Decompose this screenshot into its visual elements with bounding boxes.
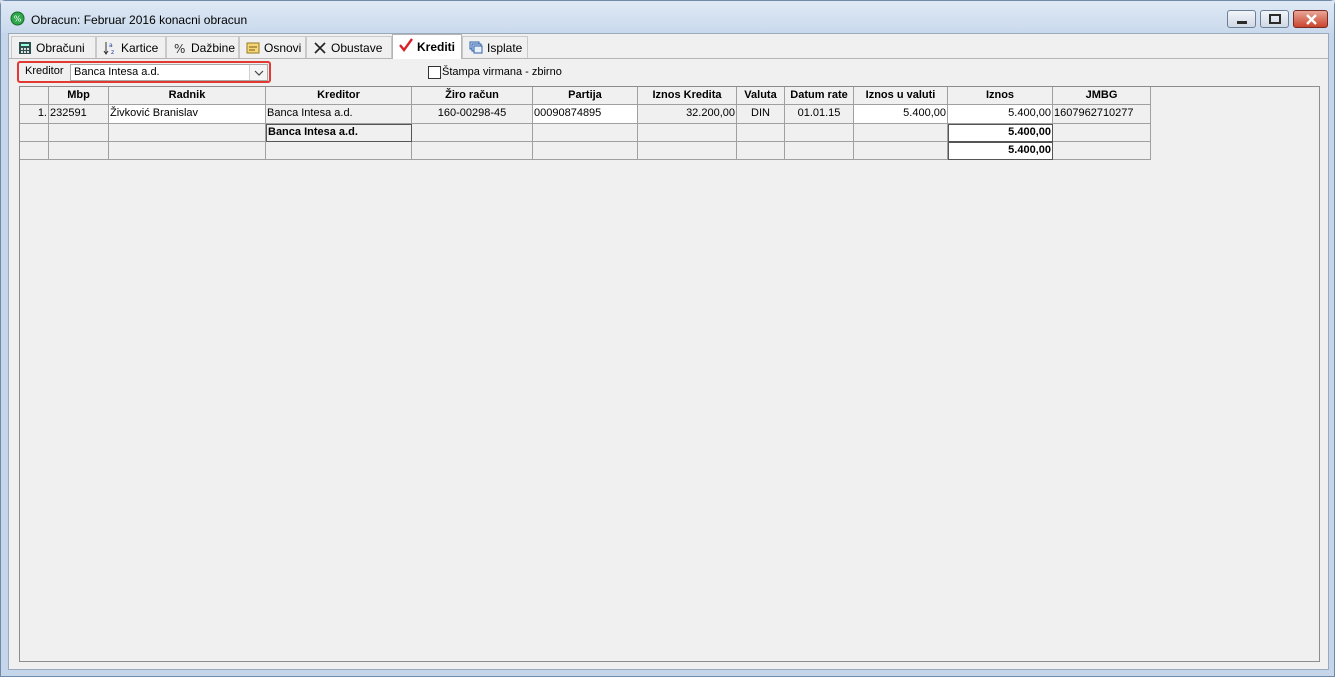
column-header-jmbg[interactable]: JMBG [1053, 87, 1151, 105]
restore-icon [1269, 14, 1281, 24]
column-header-iznos-u-valuti[interactable]: Iznos u valuti [854, 87, 948, 105]
minimize-icon [1237, 21, 1247, 24]
cell-valuta[interactable]: DIN [737, 105, 785, 124]
stack-icon [469, 41, 483, 54]
maximize-button[interactable] [1260, 10, 1289, 28]
subtotal-index [20, 124, 49, 142]
svg-text:z: z [111, 49, 114, 55]
total-jmbg [1053, 142, 1151, 160]
total-mbp [49, 142, 109, 160]
subtotal-radnik [109, 124, 266, 142]
subtotal-kreditor: Banca Intesa a.d. [266, 124, 412, 142]
column-header-iznos-kredita[interactable]: Iznos Kredita [638, 87, 737, 105]
cross-icon [314, 42, 326, 54]
dropdown-button[interactable] [249, 65, 267, 80]
window-title: Obracun: Februar 2016 konacni obracun [31, 13, 248, 27]
app-window: % Obracun: Februar 2016 konacni obracun … [0, 0, 1335, 677]
column-header-mbp[interactable]: Mbp [49, 87, 109, 105]
total-valuta [737, 142, 785, 160]
stampa-label: Štampa virmana - zbirno [442, 66, 562, 78]
tab-label: Obračuni [36, 41, 85, 55]
stampa-checkbox[interactable] [428, 66, 441, 79]
client-area: Obračuni az Kartice % Dažbine Osnovi Obu… [8, 33, 1329, 670]
cell-datum-rate[interactable]: 01.01.15 [785, 105, 854, 124]
tab-obracuni[interactable]: Obračuni [11, 36, 96, 58]
total-datum [785, 142, 854, 160]
document-icon [246, 42, 260, 54]
column-header-valuta[interactable]: Valuta [737, 87, 785, 105]
krediti-panel: Kreditor Banca Intesa a.d. Štampa virman… [9, 58, 1328, 669]
column-header-ziro-racun[interactable]: Žiro račun [412, 87, 533, 105]
subtotal-partija [533, 124, 638, 142]
cell-radnik[interactable]: Živković Branislav [109, 105, 266, 124]
column-header-kreditor[interactable]: Kreditor [266, 87, 412, 105]
krediti-grid[interactable]: Mbp Radnik Kreditor Žiro račun Partija I… [19, 86, 1320, 662]
total-iznos-u-valuti [854, 142, 948, 160]
kreditor-dropdown[interactable]: Banca Intesa a.d. [70, 64, 268, 81]
svg-text:%: % [14, 15, 22, 24]
subtotal-jmbg [1053, 124, 1151, 142]
cell-ziro-racun[interactable]: 160-00298-45 [412, 105, 533, 124]
subtotal-iznos-u-valuti [854, 124, 948, 142]
tab-dazbine[interactable]: % Dažbine [166, 36, 239, 58]
total-ziro [412, 142, 533, 160]
chevron-down-icon [254, 70, 264, 76]
tab-bar: Obračuni az Kartice % Dažbine Osnovi Obu… [9, 34, 1328, 59]
total-iznos: 5.400,00 [948, 142, 1053, 160]
total-index [20, 142, 49, 160]
tab-kartice[interactable]: az Kartice [96, 36, 166, 58]
subtotal-valuta [737, 124, 785, 142]
column-header-partija[interactable]: Partija [533, 87, 638, 105]
column-header-radnik[interactable]: Radnik [109, 87, 266, 105]
kreditor-filter: Kreditor Banca Intesa a.d. [17, 61, 271, 83]
total-iznos-kredita [638, 142, 737, 160]
percent-icon: % [174, 42, 185, 55]
tab-krediti[interactable]: Krediti [392, 34, 462, 59]
tab-label: Isplate [487, 41, 523, 55]
title-bar[interactable]: % Obracun: Februar 2016 konacni obracun [1, 1, 1334, 33]
kreditor-selected-value: Banca Intesa a.d. [74, 66, 160, 78]
cell-jmbg[interactable]: 1607962710277 [1053, 105, 1151, 124]
close-icon [1306, 14, 1317, 25]
tab-obustave[interactable]: Obustave [306, 36, 392, 58]
svg-text:%: % [174, 42, 185, 55]
cell-iznos-u-valuti[interactable]: 5.400,00 [854, 105, 948, 124]
row-index: 1. [20, 105, 49, 124]
tab-label: Kartice [121, 41, 159, 55]
app-icon: % [10, 11, 25, 26]
tab-label: Dažbine [191, 41, 236, 55]
total-partija [533, 142, 638, 160]
column-header-datum-rate[interactable]: Datum rate [785, 87, 854, 105]
cell-mbp[interactable]: 232591 [49, 105, 109, 124]
minimize-button[interactable] [1227, 10, 1256, 28]
calculator-icon [19, 42, 31, 54]
subtotal-ziro [412, 124, 533, 142]
sort-az-icon: az [103, 42, 114, 55]
total-radnik [109, 142, 266, 160]
cell-kreditor[interactable]: Banca Intesa a.d. [266, 105, 412, 124]
cell-iznos[interactable]: 5.400,00 [948, 105, 1053, 124]
column-header-iznos[interactable]: Iznos [948, 87, 1053, 105]
tab-isplate[interactable]: Isplate [462, 36, 528, 58]
kreditor-label: Kreditor [25, 65, 64, 77]
tab-label: Krediti [417, 40, 456, 54]
subtotal-iznos: 5.400,00 [948, 124, 1053, 142]
cell-iznos-kredita[interactable]: 32.200,00 [638, 105, 737, 124]
close-button[interactable] [1293, 10, 1328, 28]
column-header-index [20, 87, 49, 105]
subtotal-iznos-kredita [638, 124, 737, 142]
checkmark-icon [399, 38, 413, 52]
tab-label: Osnovi [264, 41, 302, 55]
svg-text:a: a [109, 42, 113, 49]
cell-partija[interactable]: 00090874895 [533, 105, 638, 124]
total-kreditor [266, 142, 412, 160]
tab-label: Obustave [331, 41, 383, 55]
subtotal-mbp [49, 124, 109, 142]
subtotal-datum [785, 124, 854, 142]
tab-osnovi[interactable]: Osnovi [239, 36, 306, 58]
